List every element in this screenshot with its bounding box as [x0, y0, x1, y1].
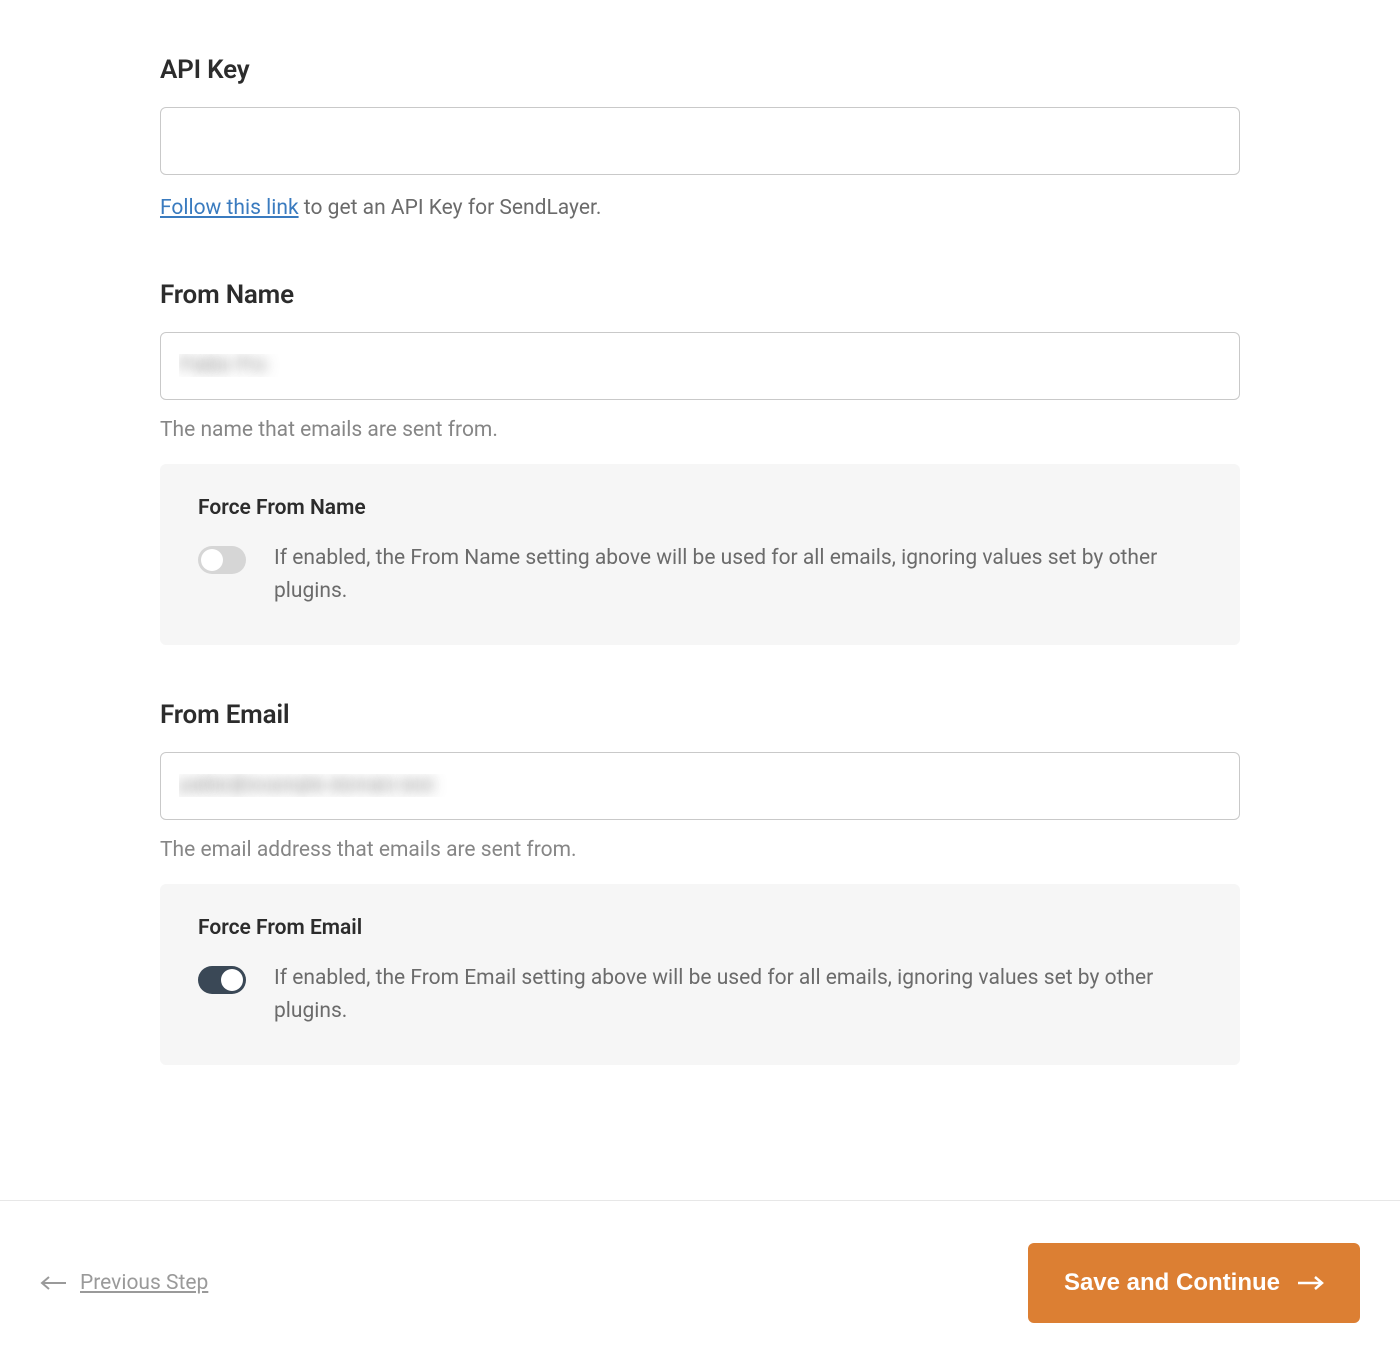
- api-key-input[interactable]: [160, 107, 1240, 175]
- force-from-name-title: Force From Name: [198, 496, 1202, 520]
- from-name-label: From Name: [160, 280, 1240, 310]
- api-key-link[interactable]: Follow this link: [160, 196, 299, 220]
- api-key-helper: Follow this link to get an API Key for S…: [160, 193, 1240, 225]
- previous-step-button[interactable]: Previous Step: [40, 1271, 208, 1295]
- from-name-section: From Name The name that emails are sent …: [160, 280, 1240, 645]
- from-name-helper: The name that emails are sent from.: [160, 418, 1240, 442]
- force-from-name-toggle[interactable]: [198, 546, 246, 574]
- api-key-label: API Key: [160, 55, 1240, 85]
- from-email-input[interactable]: [160, 752, 1240, 820]
- force-from-email-desc: If enabled, the From Email setting above…: [274, 962, 1202, 1029]
- save-continue-label: Save and Continue: [1064, 1269, 1280, 1297]
- force-from-email-title: Force From Email: [198, 916, 1202, 940]
- footer: Previous Step Save and Continue: [0, 1200, 1400, 1323]
- force-from-name-desc: If enabled, the From Name setting above …: [274, 542, 1202, 609]
- previous-step-label: Previous Step: [80, 1271, 208, 1295]
- save-continue-button[interactable]: Save and Continue: [1028, 1243, 1360, 1323]
- from-email-label: From Email: [160, 700, 1240, 730]
- arrow-right-icon: [1296, 1276, 1324, 1290]
- from-email-section: From Email The email address that emails…: [160, 700, 1240, 1065]
- force-from-email-panel: Force From Email If enabled, the From Em…: [160, 884, 1240, 1065]
- api-key-helper-text: to get an API Key for SendLayer.: [299, 196, 602, 220]
- force-from-name-panel: Force From Name If enabled, the From Nam…: [160, 464, 1240, 645]
- arrow-left-icon: [40, 1276, 68, 1290]
- from-email-helper: The email address that emails are sent f…: [160, 838, 1240, 862]
- api-key-section: API Key Follow this link to get an API K…: [160, 55, 1240, 225]
- from-name-input[interactable]: [160, 332, 1240, 400]
- force-from-email-toggle[interactable]: [198, 966, 246, 994]
